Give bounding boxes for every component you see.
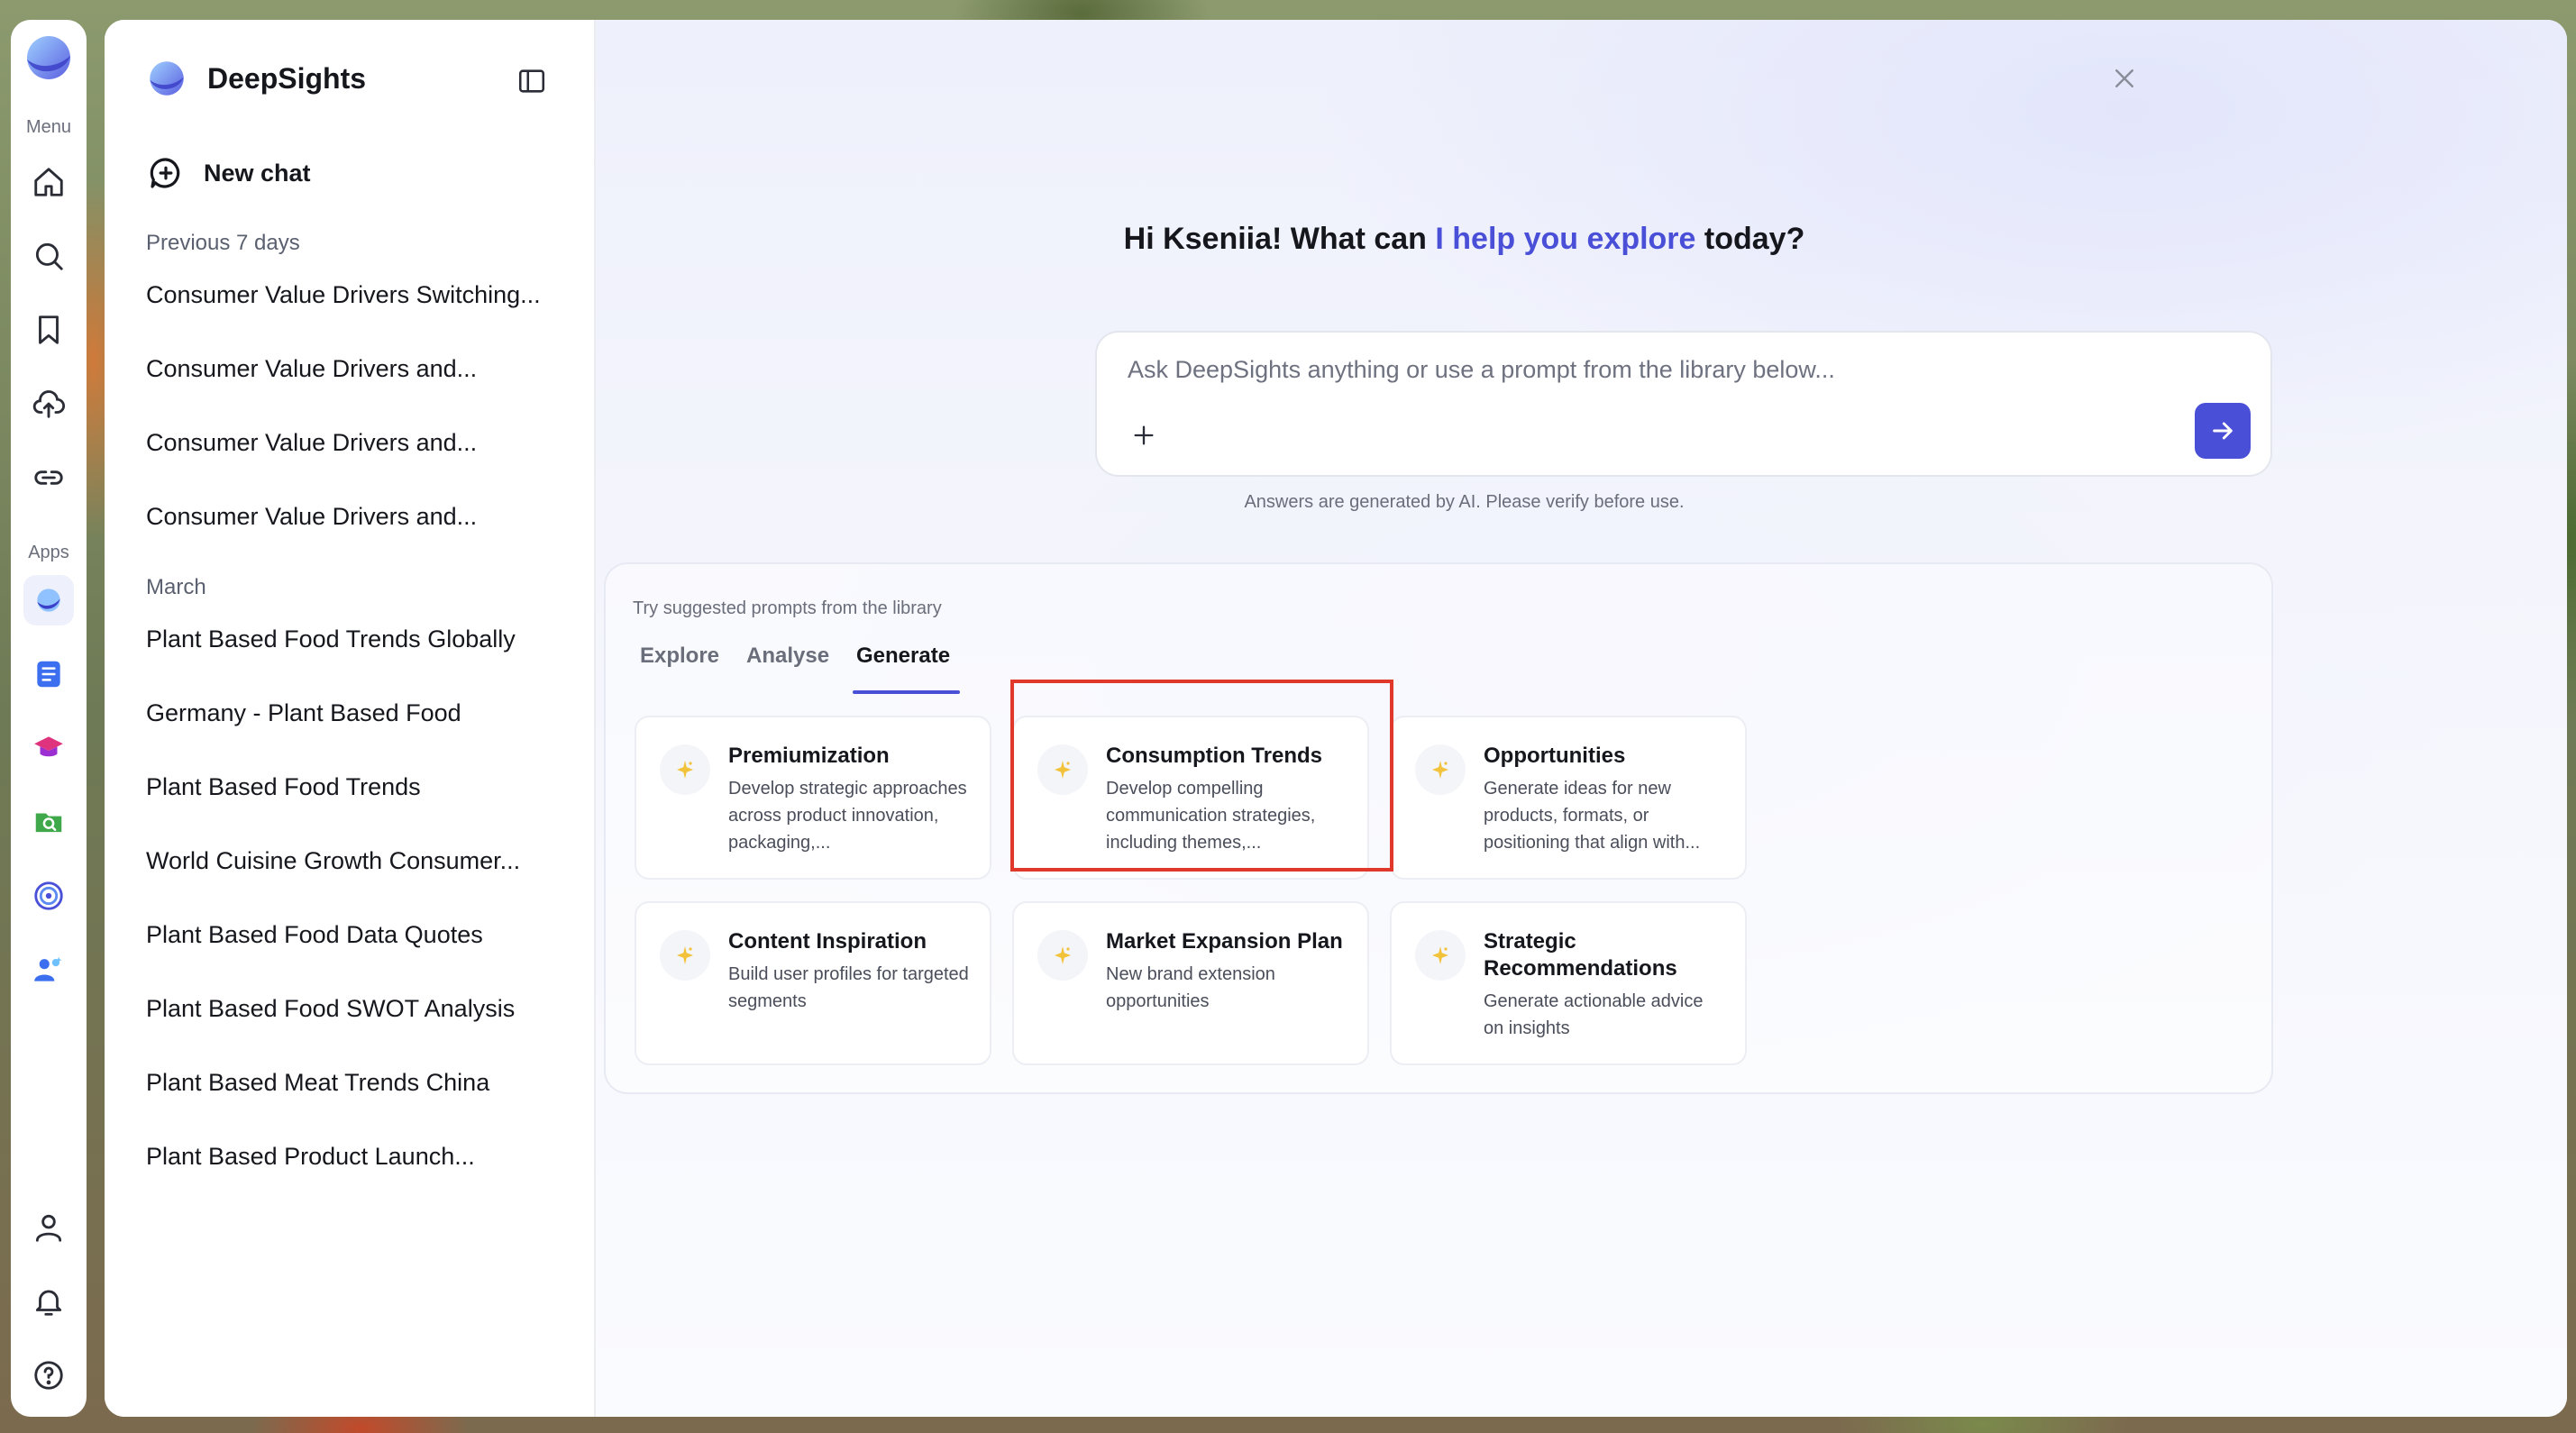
close-icon	[2115, 69, 2133, 87]
section-label-march: March	[146, 575, 206, 599]
prompt-card-description: Generate ideas for new products, formats…	[1484, 779, 1701, 853]
deepsights-app-icon	[37, 589, 60, 612]
close-button[interactable]	[2102, 56, 2147, 101]
sparkle-icon	[660, 930, 710, 981]
home-icon	[34, 168, 63, 196]
chat-input-placeholder[interactable]: Ask DeepSights anything or use a prompt …	[1128, 356, 1835, 384]
section-label-previous-7-days: Previous 7 days	[146, 231, 300, 255]
chat-history-item[interactable]: Germany - Plant Based Food	[146, 699, 461, 727]
document-app-icon	[37, 661, 60, 688]
brand-name: DeepSights	[207, 61, 367, 95]
app-rail: Menu Apps	[11, 20, 87, 1417]
chat-history-item[interactable]: Consumer Value Drivers and...	[146, 429, 477, 457]
chat-history-item[interactable]: Plant Based Food Data Quotes	[146, 921, 483, 949]
prompt-card-strategic-recommendations[interactable]: Strategic Recommendations Generate actio…	[1390, 901, 1747, 1065]
help-icon	[34, 1361, 63, 1390]
prompt-card-description: Generate actionable advice on insights	[1484, 991, 1704, 1038]
chat-history-item[interactable]: Consumer Value Drivers and...	[146, 355, 477, 383]
deepsights-brand-icon	[150, 61, 184, 96]
chat-history-item[interactable]: Consumer Value Drivers Switching...	[146, 281, 541, 309]
greeting-heading: Hi Kseniia! What can I help you explore …	[479, 222, 2450, 257]
sparkle-icon	[1415, 744, 1466, 795]
ai-disclaimer: Answers are generated by AI. Please veri…	[1244, 492, 1685, 512]
prompt-library-label: Try suggested prompts from the library	[633, 598, 942, 618]
attach-button[interactable]	[1124, 415, 1164, 455]
tab-generate[interactable]: Generate	[856, 643, 950, 669]
learning-app-button[interactable]	[23, 723, 74, 773]
new-chat-label: New chat	[204, 159, 311, 187]
greeting-prefix: Hi Kseniia! What can	[1123, 222, 1436, 256]
user-group-app-button[interactable]	[23, 945, 74, 995]
greeting-suffix: today?	[1695, 222, 1805, 256]
tab-explore[interactable]: Explore	[640, 643, 719, 669]
bookmark-icon	[39, 315, 59, 344]
profile-button[interactable]	[23, 1202, 74, 1253]
radar-app-icon	[34, 881, 63, 910]
chat-history-item[interactable]: Plant Based Meat Trends China	[146, 1069, 489, 1097]
chat-history-item[interactable]: Plant Based Food SWOT Analysis	[146, 995, 515, 1023]
prompt-card-opportunities[interactable]: Opportunities Generate ideas for new pro…	[1390, 716, 1747, 880]
brand[interactable]: DeepSights	[144, 58, 366, 99]
deepsights-logo-icon	[27, 36, 70, 79]
active-tab-indicator	[853, 690, 960, 694]
chat-input-box[interactable]: Ask DeepSights anything or use a prompt …	[1095, 331, 2272, 477]
prompt-card-content-inspiration[interactable]: Content Inspiration Build user profiles …	[635, 901, 991, 1065]
prompt-card-title: Content Inspiration	[728, 929, 927, 954]
sparkle-icon	[1037, 930, 1088, 981]
prompt-card-description: Develop strategic approaches across prod…	[728, 779, 967, 853]
prompt-card-description: New brand extension opportunities	[1106, 964, 1275, 1011]
collapse-sidebar-button[interactable]	[514, 63, 550, 99]
plus-icon	[1134, 425, 1154, 445]
search-button[interactable]	[23, 231, 74, 281]
arrow-right-icon	[2213, 422, 2233, 440]
chat-history-item[interactable]: Plant Based Product Launch...	[146, 1143, 475, 1171]
chat-history-item[interactable]: Consumer Value Drivers and...	[146, 503, 477, 531]
new-chat-icon	[150, 158, 180, 188]
sparkle-icon	[1415, 930, 1466, 981]
home-button[interactable]	[23, 157, 74, 207]
bell-icon	[35, 1290, 62, 1316]
new-chat-button[interactable]: New chat	[148, 155, 311, 191]
chat-history-item[interactable]: World Cuisine Growth Consumer...	[146, 847, 520, 875]
apps-label: Apps	[28, 543, 69, 562]
help-button[interactable]	[23, 1350, 74, 1401]
graduation-app-icon	[34, 736, 63, 757]
prompt-card-premiumization[interactable]: Premiumization Develop strategic approac…	[635, 716, 991, 880]
folder-search-app-button[interactable]	[23, 797, 74, 847]
radar-app-button[interactable]	[23, 871, 74, 921]
deepsights-logo[interactable]	[11, 32, 87, 83]
folder-search-app-icon	[35, 813, 62, 833]
send-button[interactable]	[2195, 403, 2251, 459]
prompt-card-title: Opportunities	[1484, 744, 1626, 768]
greeting-highlight: I help you explore	[1435, 222, 1696, 256]
sidebar-toggle-icon	[518, 69, 545, 93]
tab-analyse[interactable]: Analyse	[746, 643, 829, 669]
search-icon	[35, 242, 63, 270]
prompt-library-panel: Try suggested prompts from the library E…	[604, 562, 2273, 1094]
menu-label: Menu	[25, 117, 72, 137]
prompt-card-title: Strategic Recommendations	[1484, 929, 1677, 981]
user-group-app-icon	[34, 956, 62, 981]
upload-cloud-icon	[32, 390, 65, 418]
link-icon	[34, 470, 63, 485]
bookmarks-button[interactable]	[23, 305, 74, 355]
chat-history-item[interactable]: Plant Based Food Trends	[146, 773, 421, 801]
prompt-card-title: Market Expansion Plan	[1106, 929, 1343, 954]
sparkle-icon	[660, 744, 710, 795]
notifications-button[interactable]	[23, 1276, 74, 1327]
prompt-card-market-expansion-plan[interactable]: Market Expansion Plan New brand extensio…	[1012, 901, 1369, 1065]
upload-button[interactable]	[23, 379, 74, 429]
user-icon	[35, 1214, 62, 1242]
prompt-card-description: Build user profiles for targeted segment…	[728, 964, 969, 1011]
highlight-annotation-box	[1010, 680, 1393, 872]
document-app-button[interactable]	[23, 649, 74, 699]
chat-main-area: Hi Kseniia! What can I help you explore …	[596, 20, 2567, 1417]
chat-history-item[interactable]: Plant Based Food Trends Globally	[146, 625, 516, 653]
deepsights-app-button[interactable]	[23, 575, 74, 625]
links-button[interactable]	[23, 452, 74, 503]
prompt-card-title: Premiumization	[728, 744, 890, 768]
